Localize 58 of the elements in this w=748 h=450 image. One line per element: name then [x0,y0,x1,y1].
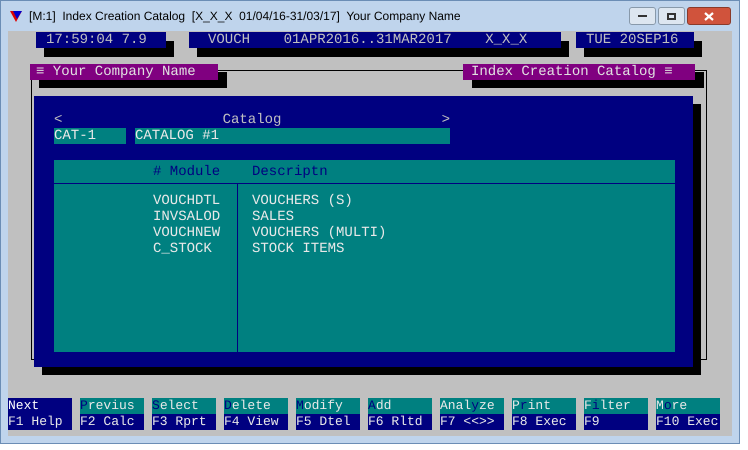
minimize-icon [638,15,647,17]
key-label: Previus [80,398,144,414]
key-label: More [656,398,720,414]
app-icon [9,9,23,23]
key-hint: F8 Exec [512,414,576,430]
key-hint: F2 Calc [80,414,144,430]
name-field[interactable]: CATALOG #1 [135,128,450,144]
module-cell: INVSALOD [153,209,220,225]
key-hint: F3 Rprt [152,414,216,430]
window-title: [M:1] Index Creation Catalog [X_X_X 01/04/16-31/03/17] Your Company Name [29,8,461,25]
close-icon [704,12,714,20]
catalog-label: Catalog [222,112,282,128]
company-title: ≡ Your Company Name [30,64,218,80]
column-header: # Module [153,164,222,180]
description-cell: VOUCHERS (S) [252,193,353,209]
maximize-button[interactable] [658,7,685,25]
key-label: Add [368,398,432,414]
description-cell: STOCK ITEMS [252,241,344,257]
key-label: Print [512,398,576,414]
function-key[interactable]: Select F3 Rprt [152,398,216,430]
description-cell: SALES [252,209,294,225]
key-hint: F5 Dtel [296,414,360,430]
key-hint: F9 [584,414,648,430]
code-field[interactable]: CAT-1 [54,128,126,144]
function-key[interactable]: More F10 Exec [656,398,720,430]
key-hint: F6 Rltd [368,414,432,430]
key-label: Filter [584,398,648,414]
status-field: VOUCH 01APR2016..31MAR2017 X_X_X [189,32,561,48]
function-key[interactable]: Modify F5 Dtel [296,398,360,430]
status-field: TUE 20SEP16 [576,32,694,48]
description-cell: VOUCHERS (MULTI) [252,225,386,241]
function-key[interactable]: Next F1 Help [8,398,72,430]
key-label: Modify [296,398,360,414]
key-label: Select [152,398,216,414]
module-cell: VOUCHDTL [153,193,220,209]
previous-arrow[interactable]: < [54,112,62,128]
close-button[interactable] [687,7,731,25]
function-key[interactable]: Delete F4 View [224,398,288,430]
maximize-icon [667,12,676,20]
column-header: Descriptn [252,164,328,180]
function-key[interactable]: Filter F9 [584,398,648,430]
key-label: Next [8,398,72,414]
key-label: Analyze [440,398,504,414]
minimize-button[interactable] [629,7,656,25]
key-hint: F10 Exec [656,414,720,430]
screen-title: Index Creation Catalog ≡ [463,64,695,80]
status-field: 17:59:04 7.9 [36,32,166,48]
function-key[interactable]: Previus F2 Calc [80,398,144,430]
key-label: Delete [224,398,288,414]
module-cell: C_STOCK [153,241,212,257]
key-hint: F7 <<>> [440,414,504,430]
function-key[interactable]: Analyze F7 <<>> [440,398,504,430]
key-hint: F4 View [224,414,288,430]
function-key[interactable]: Print F8 Exec [512,398,576,430]
module-cell: VOUCHNEW [153,225,220,241]
key-hint: F1 Help [8,414,72,430]
next-arrow[interactable]: > [442,112,450,128]
function-key[interactable]: Add F6 Rltd [368,398,432,430]
